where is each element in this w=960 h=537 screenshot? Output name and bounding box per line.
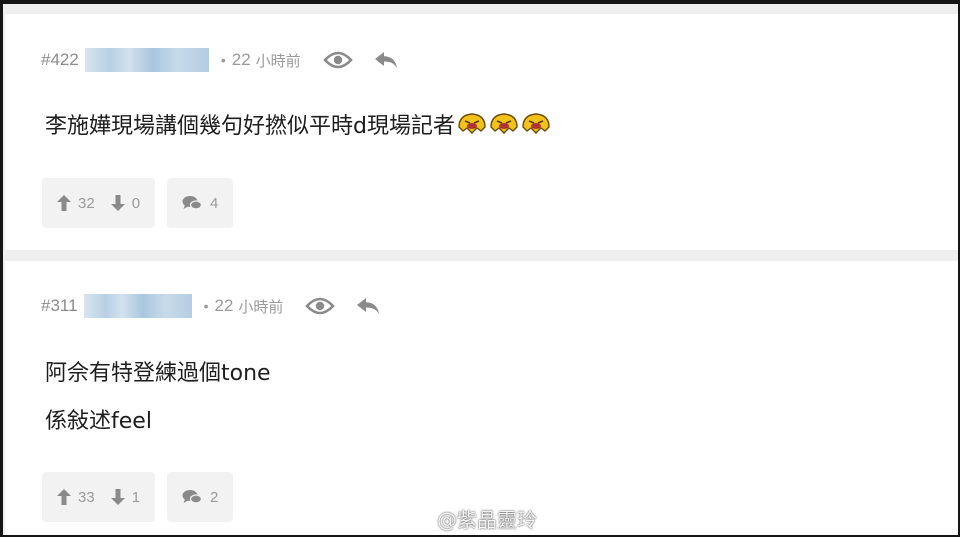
downvote-button[interactable]: 0 [110, 194, 141, 212]
thumb-down-icon [110, 489, 125, 505]
reply-icon[interactable] [371, 45, 401, 75]
eye-icon[interactable] [322, 45, 353, 75]
laughing-emoji-icon [458, 113, 486, 134]
post-time: 22 [214, 296, 234, 315]
laughing-emoji-icon [522, 113, 550, 134]
reply-icon[interactable] [353, 291, 383, 321]
upvote-button[interactable]: 32 [57, 195, 95, 212]
post-time-unit: 小時前 [238, 298, 284, 316]
floor-number[interactable]: #311 [41, 296, 78, 316]
separator-dot: • [220, 52, 226, 68]
post-content: 阿佘有特登練過個tone 係敍述feel [45, 350, 271, 446]
screenshot-frame: #422 • 22 小時前 李施嬅現場講個幾句好撚似平時d現場記者 32 0 4… [0, 0, 960, 537]
weibo-icon [400, 508, 430, 531]
thumb-up-icon [57, 489, 71, 505]
content-line: 係敍述feel [45, 409, 152, 434]
vote-pill: 32 0 [42, 178, 156, 228]
upvote-count: 32 [78, 194, 95, 212]
content-line: 阿佘有特登練過個tone [45, 361, 271, 386]
comment-icon [182, 490, 203, 504]
downvote-count: 1 [131, 488, 141, 506]
downvote-count: 0 [131, 194, 141, 212]
post-meta: #422 • 22 小時前 [41, 45, 401, 75]
post-actions: 32 0 4 [42, 178, 234, 228]
downvote-button[interactable]: 1 [110, 488, 141, 506]
comment-button[interactable]: 2 [167, 472, 234, 522]
post-actions: 33 1 2 [42, 472, 234, 522]
blurred-username[interactable] [83, 294, 192, 318]
comment-button[interactable]: 4 [167, 178, 234, 228]
eye-icon[interactable] [305, 291, 336, 321]
upvote-button[interactable]: 33 [57, 489, 95, 506]
post-422: #422 • 22 小時前 李施嬅現場講個幾句好撚似平時d現場記者 32 0 4 [5, 14, 958, 250]
post-content: 李施嬅現場講個幾句好撚似平時d現場記者 [45, 103, 551, 151]
thumb-down-icon [110, 195, 125, 211]
thumb-up-icon [57, 195, 71, 211]
upvote-count: 33 [78, 488, 95, 506]
blurred-username[interactable] [84, 48, 209, 72]
comment-count: 4 [210, 194, 219, 212]
watermark-text: @紫晶靈玲 [437, 508, 537, 532]
post-time-unit: 小時前 [255, 52, 301, 70]
content-line: 李施嬅現場講個幾句好撚似平時d現場記者 [45, 103, 551, 151]
comment-icon [182, 196, 203, 210]
laughing-emoji-icon [490, 113, 518, 134]
post-time: 22 [231, 50, 251, 69]
comment-count: 2 [210, 488, 219, 506]
post-meta: #311 • 22 小時前 [41, 291, 383, 321]
vote-pill: 33 1 [42, 472, 156, 522]
post-311: #311 • 22 小時前 阿佘有特登練過個tone 係敍述feel 33 1 … [5, 261, 958, 535]
separator-dot: • [203, 298, 209, 314]
floor-number[interactable]: #422 [41, 50, 79, 70]
watermark: @紫晶靈玲 [399, 504, 537, 533]
